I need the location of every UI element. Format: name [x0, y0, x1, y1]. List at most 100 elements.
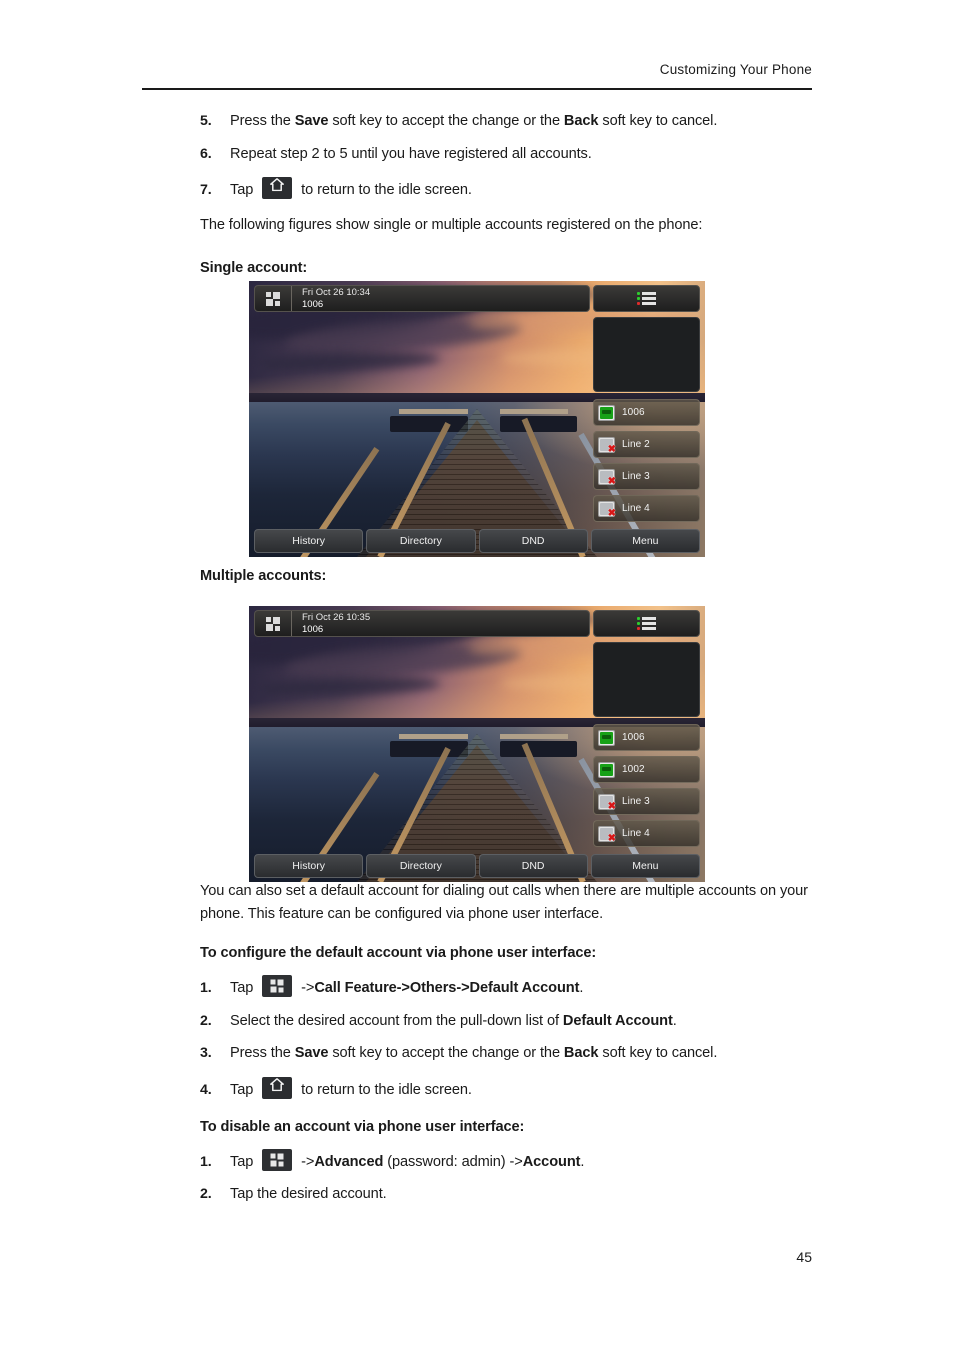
soft-key-directory[interactable]: Directory	[366, 529, 476, 553]
plain-text: Repeat step 2 to 5 until you have regist…	[230, 145, 592, 162]
step-number: 1.	[200, 979, 212, 996]
step-number: 3.	[200, 1045, 212, 1062]
line-key-label: Line 3	[622, 796, 650, 807]
status-account-number: 1006	[302, 623, 324, 635]
plain-text: Tap	[230, 1082, 258, 1099]
line-unregistered-icon: ✖	[598, 793, 616, 811]
emphasis-text: ->	[456, 979, 470, 996]
intro-paragraph: The following figures show single or mul…	[200, 217, 703, 234]
line-key[interactable]: ✖ Line 4	[593, 820, 700, 847]
line-key-label: Line 4	[622, 503, 650, 514]
line-status-list-icon[interactable]	[593, 285, 700, 312]
numbered-step: 1. Tap ->Advanced (password: admin) ->Acc…	[200, 1148, 812, 1173]
line-registered-icon	[598, 729, 615, 746]
plain-text: Tap	[230, 979, 258, 996]
numbered-steps-top: 5. Press the Save soft key to accept the …	[200, 112, 812, 201]
numbered-step: 3. Press the Save soft key to accept the …	[200, 1044, 812, 1064]
line-key-label: Line 3	[622, 471, 650, 482]
line-key[interactable]: ✖ Line 3	[593, 463, 700, 490]
line-key[interactable]: 1002	[593, 756, 700, 783]
plain-text: (password: admin) ->	[383, 1153, 523, 1170]
step-number: 2.	[200, 1012, 212, 1029]
emphasis-text: ->	[396, 979, 410, 996]
phone-screenshot-single-account: Fri Oct 26 10:34 1006 1006 ✖ Line 2 ✖ Line 3…	[249, 281, 705, 557]
line-key-label: Line 4	[622, 828, 650, 839]
emphasis-text: Account	[522, 1153, 581, 1170]
step-text: Select the desired account from the pull…	[230, 1012, 812, 1032]
emphasis-text: Save	[294, 1045, 329, 1062]
body-paragraph: You can also set a default account for d…	[200, 882, 808, 923]
home-key-icon[interactable]	[262, 177, 293, 200]
line-key[interactable]: ✖ Line 3	[593, 788, 700, 815]
soft-key-menu[interactable]: Menu	[590, 529, 700, 553]
line-key-label: 1006	[622, 732, 645, 743]
numbered-step: 2. Select the desired account from the pu…	[200, 1012, 812, 1032]
soft-key-directory[interactable]: Directory	[366, 854, 476, 878]
line-unregistered-icon: ✖	[598, 825, 616, 843]
line-unregistered-icon: ✖	[598, 436, 616, 454]
home-key-icon[interactable]	[262, 1077, 293, 1100]
line-registered-icon	[598, 404, 615, 421]
emphasis-text: Save	[294, 113, 329, 129]
step-text: Tap the desired account.	[230, 1185, 812, 1205]
numbered-step: 4. Tap to return to the idle screen.	[200, 1077, 812, 1101]
soft-key-history[interactable]: History	[254, 529, 364, 553]
soft-key-history[interactable]: History	[254, 854, 364, 878]
numbered-step: 7. Tap to return to the idle screen.	[200, 177, 812, 201]
step-text: Press the Save soft key to accept the ch…	[230, 1044, 812, 1064]
status-bar: Fri Oct 26 10:35 1006	[254, 610, 590, 637]
menu-grid-icon[interactable]	[255, 286, 292, 311]
soft-key-dnd[interactable]: DND	[478, 529, 588, 553]
numbered-step: 1. Tap ->Call Feature->Others->Default Ac…	[200, 974, 812, 999]
line-key[interactable]: 1006	[593, 724, 700, 751]
line-key[interactable]: 1006	[593, 399, 700, 426]
status-datetime: Fri Oct 26 10:34	[302, 286, 371, 298]
emphasis-text: Back	[563, 113, 599, 129]
plain-text: to return to the idle screen.	[297, 182, 472, 199]
line-key[interactable]: ✖ Line 2	[593, 431, 700, 458]
numbered-step: 5. Press the Save soft key to accept the …	[200, 112, 812, 132]
plain-text: .	[580, 1153, 585, 1170]
status-bar: Fri Oct 26 10:34 1006	[254, 285, 590, 312]
plain-text: soft key to accept the change or the	[328, 1045, 564, 1062]
line-registered-icon	[598, 761, 615, 778]
plain-text: Tap	[230, 182, 258, 199]
emphasis-text: Back	[563, 1045, 599, 1062]
numbered-steps-default-account: 1. Tap ->Call Feature->Others->Default Ac…	[200, 974, 812, 1101]
line-unregistered-icon: ✖	[598, 468, 616, 486]
soft-key-dnd[interactable]: DND	[478, 854, 588, 878]
plain-text: Tap the desired account.	[230, 1186, 387, 1203]
step-text: Tap ->Call Feature->Others->Default Acco…	[230, 974, 812, 999]
line-status-list-icon[interactable]	[593, 610, 700, 637]
status-account-number: 1006	[302, 298, 324, 310]
line-key-label: 1002	[622, 764, 645, 775]
header-divider	[142, 88, 812, 90]
menu-grid-icon[interactable]	[255, 611, 292, 636]
emphasis-text: Call Feature	[314, 979, 397, 996]
step-number: 7.	[200, 182, 212, 199]
figure-caption-single: Single account:	[200, 259, 308, 276]
plain-text: Press the	[230, 1045, 295, 1062]
step-number: 2.	[200, 1186, 212, 1203]
emphasis-text: Others	[409, 979, 457, 996]
figure-caption-multiple: Multiple accounts:	[200, 567, 327, 584]
line-key-label: 1006	[622, 407, 645, 418]
step-text: Tap to return to the idle screen.	[230, 1077, 812, 1101]
running-header: Customizing Your Phone	[659, 62, 812, 77]
step-number: 6.	[200, 145, 212, 162]
status-bar-text: Fri Oct 26 10:35 1006	[292, 612, 370, 636]
line-unregistered-icon: ✖	[598, 500, 616, 518]
phone-screenshot-multiple-accounts: Fri Oct 26 10:35 1006 1006 1002 ✖ Line 3 ✖ Li…	[249, 606, 705, 882]
plain-text: soft key to cancel.	[598, 1045, 718, 1062]
preview-panel	[593, 317, 700, 392]
line-key[interactable]: ✖ Line 4	[593, 495, 700, 522]
numbered-steps-disable-account: 1. Tap ->Advanced (password: admin) ->Acc…	[200, 1148, 812, 1205]
plain-text: Tap	[230, 1153, 258, 1170]
menu-grid-key-icon[interactable]	[262, 1148, 293, 1171]
plain-text: .	[672, 1012, 677, 1029]
menu-grid-key-icon[interactable]	[262, 974, 293, 997]
plain-text: to return to the idle screen.	[297, 1082, 472, 1099]
soft-key-menu[interactable]: Menu	[590, 854, 700, 878]
soft-key-bar: History Directory DND Menu	[254, 529, 700, 553]
step-text: Repeat step 2 to 5 until you have regist…	[230, 145, 812, 165]
